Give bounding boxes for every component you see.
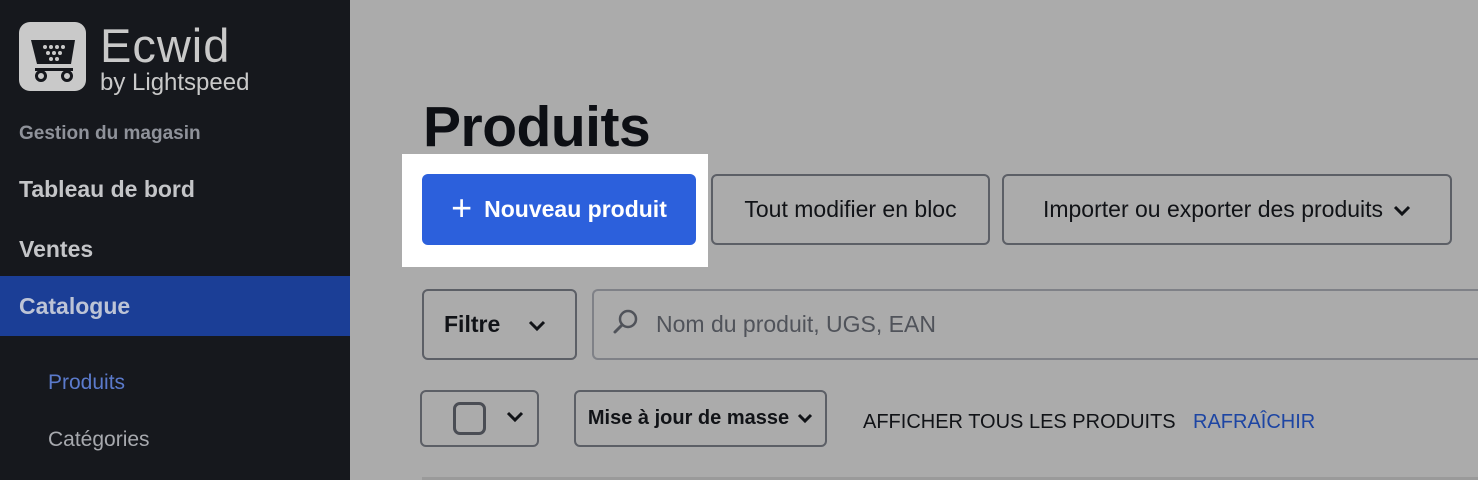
select-all-dropdown[interactable]	[420, 390, 539, 447]
page-title: Produits	[423, 95, 651, 159]
brand-logo[interactable]: Ecwid by Lightspeed	[19, 22, 249, 95]
brand-tagline: by Lightspeed	[100, 69, 250, 96]
sidebar-section-label: Gestion du magasin	[19, 123, 201, 144]
sidebar-subitem-products[interactable]: Produits	[48, 371, 125, 395]
select-all-checkbox[interactable]	[453, 402, 486, 435]
search-icon	[612, 308, 640, 341]
import-export-button[interactable]: Importer ou exporter des produits	[1002, 174, 1452, 245]
search-input[interactable]: Nom du produit, UGS, EAN	[592, 289, 1478, 360]
bulk-update-label: Mise à jour de masse	[587, 407, 790, 429]
show-all-products-link[interactable]: AFFICHER TOUS LES PRODUITS	[863, 411, 1176, 434]
search-placeholder: Nom du produit, UGS, EAN	[656, 311, 936, 337]
bulk-update-dropdown[interactable]: Mise à jour de masse	[574, 390, 827, 447]
brand-name: Ecwid	[100, 19, 231, 72]
chevron-down-icon	[528, 311, 546, 338]
bulk-edit-label: Tout modifier en bloc	[744, 196, 957, 222]
cart-icon	[19, 22, 86, 91]
sidebar-item-sales[interactable]: Ventes	[0, 219, 350, 279]
new-product-button[interactable]: + Nouveau produit	[422, 174, 696, 245]
refresh-link[interactable]: RAFRAÎCHIR	[1193, 411, 1315, 434]
chevron-down-icon	[506, 410, 524, 428]
plus-icon: +	[451, 187, 473, 228]
sidebar-subitem-categories[interactable]: Catégories	[48, 428, 150, 452]
filter-dropdown[interactable]: Filtre	[422, 289, 577, 360]
chevron-down-icon	[797, 407, 813, 430]
sidebar: Ecwid by Lightspeed Gestion du magasin T…	[0, 0, 350, 480]
main-content: Produits + Nouveau produit Tout modifier…	[350, 0, 1478, 480]
bulk-edit-button[interactable]: Tout modifier en bloc	[711, 174, 990, 245]
sidebar-item-catalog[interactable]: Catalogue	[0, 276, 350, 336]
filter-label: Filtre	[444, 311, 501, 337]
chevron-down-icon	[1393, 196, 1411, 223]
sidebar-item-dashboard[interactable]: Tableau de bord	[0, 159, 350, 219]
import-export-label: Importer ou exporter des produits	[1042, 196, 1384, 222]
new-product-label: Nouveau produit	[484, 196, 667, 222]
